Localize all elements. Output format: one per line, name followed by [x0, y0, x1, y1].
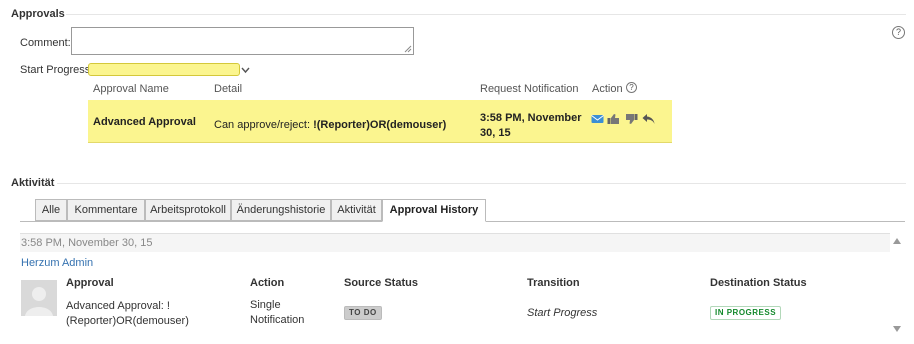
chevron-down-icon[interactable]: [241, 66, 250, 75]
col-request-notification: Request Notification: [480, 83, 579, 95]
thumbs-up-icon[interactable]: [607, 113, 620, 125]
activity-divider: [57, 183, 906, 184]
tab-arbeitsprotokoll[interactable]: Arbeitsprotokoll: [145, 199, 231, 221]
approval-detail-prefix: Can approve/reject:: [214, 119, 314, 131]
hist-col-transition: Transition: [527, 277, 580, 289]
history-approval: Advanced Approval: ! (Reporter)OR(demous…: [66, 300, 189, 327]
approvals-divider: [66, 14, 906, 15]
resize-grip-icon[interactable]: [404, 45, 412, 53]
start-progress-select[interactable]: [88, 63, 240, 76]
approvals-title: Approvals: [11, 8, 65, 20]
approval-detail: Can approve/reject: !(Reporter)OR(demous…: [214, 119, 446, 131]
hist-col-action: Action: [250, 277, 285, 289]
tab-approval-history[interactable]: Approval History: [382, 199, 486, 222]
approval-name: Advanced Approval: [93, 116, 196, 128]
col-detail: Detail: [214, 83, 243, 95]
start-progress-label: Start Progress: [20, 64, 91, 76]
history-timestamp: 3:58 PM, November 30, 15: [21, 237, 153, 249]
source-status-badge: TO DO: [344, 306, 382, 320]
comment-label: Comment:: [20, 37, 71, 49]
hist-col-approval: Approval: [66, 277, 114, 289]
destination-status-badge: IN PROGRESS: [710, 306, 782, 320]
envelope-icon[interactable]: [591, 113, 604, 125]
history-scrollbar[interactable]: [891, 234, 904, 338]
hist-col-source-status: Source Status: [344, 277, 418, 289]
scroll-down-icon[interactable]: [893, 326, 901, 332]
action-help-icon[interactable]: ?: [626, 82, 637, 93]
col-action: Action: [592, 83, 623, 95]
hist-col-destination-status: Destination Status: [710, 277, 807, 289]
avatar: [21, 280, 57, 316]
thumbs-down-icon[interactable]: [625, 113, 638, 125]
history-transition: Start Progress: [527, 307, 598, 319]
tab-alle[interactable]: Alle: [35, 199, 67, 221]
tab-kommentare[interactable]: Kommentare: [67, 199, 145, 221]
approval-notification: 3:58 PM, November 30, 15: [480, 112, 582, 139]
col-approval-name: Approval Name: [93, 83, 169, 95]
scroll-up-icon[interactable]: [893, 238, 901, 244]
tab-aenderungshistorie[interactable]: Änderungshistorie: [231, 199, 331, 221]
history-user-link[interactable]: Herzum Admin: [21, 257, 93, 269]
reply-icon[interactable]: [642, 113, 655, 125]
activity-title: Aktivität: [11, 177, 55, 189]
tab-aktivitaet[interactable]: Aktivität: [331, 199, 382, 221]
help-icon[interactable]: ?: [892, 26, 905, 39]
history-action: Single Notification: [250, 299, 305, 326]
comment-field[interactable]: [71, 27, 414, 55]
approval-detail-value: !(Reporter)OR(demouser): [313, 119, 447, 131]
